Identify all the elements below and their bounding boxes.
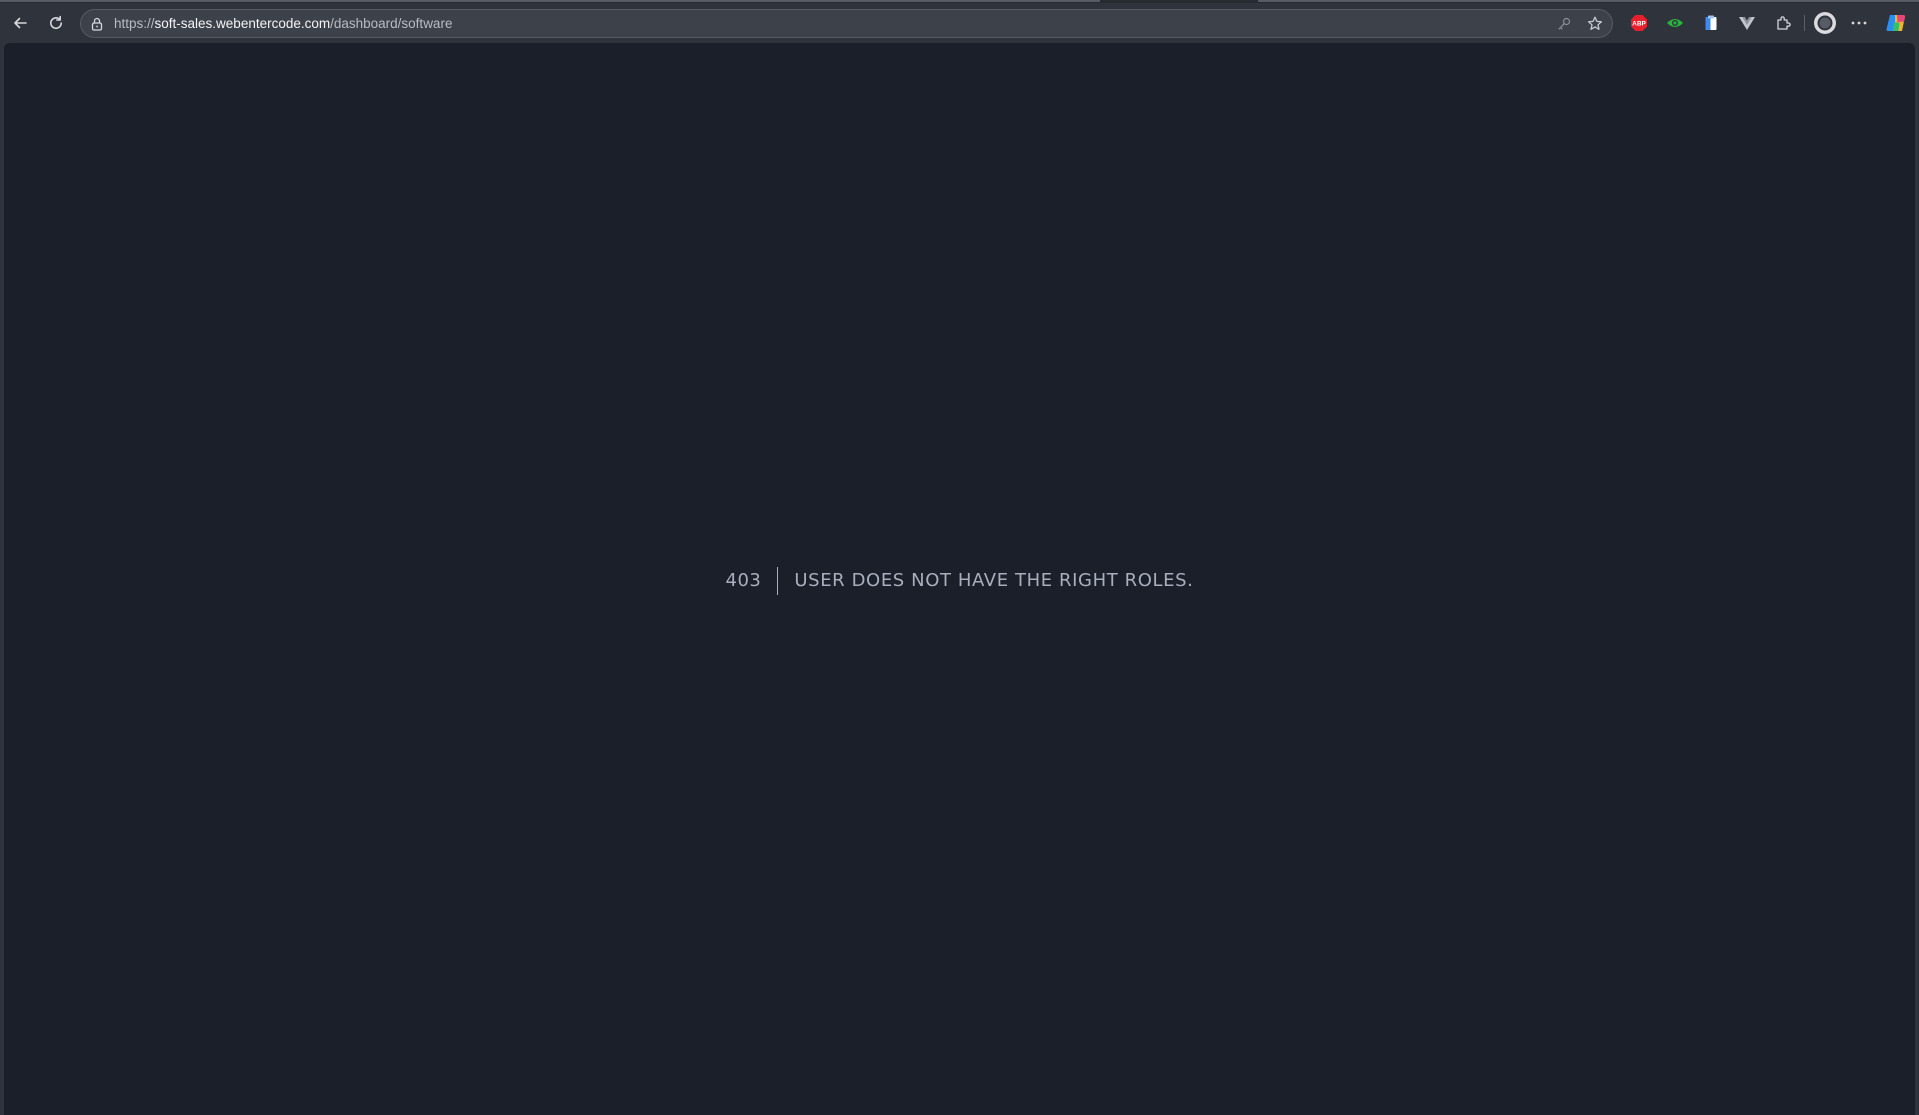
url-host: soft-sales.webentercode.com (154, 16, 331, 31)
key-icon[interactable] (1555, 15, 1573, 33)
ellipsis-icon (1851, 21, 1867, 25)
favorite-star-icon[interactable] (1586, 15, 1604, 33)
green-extension-icon[interactable] (1664, 12, 1686, 34)
url-text[interactable]: https://soft-sales.webentercode.com/dash… (114, 16, 452, 32)
tab-indicator (1258, 0, 1919, 2)
error-code: 403 (725, 570, 762, 591)
reload-icon (50, 15, 63, 30)
error-container: 403 USER DOES NOT HAVE THE RIGHT ROLES. (4, 567, 1915, 595)
clipboard-extension-icon[interactable] (1700, 12, 1722, 34)
url-path: /dashboard/software (330, 16, 453, 31)
svg-text:ABP: ABP (1632, 21, 1646, 28)
more-menu-button[interactable] (1848, 12, 1870, 34)
copilot-button[interactable] (1885, 12, 1907, 34)
back-button[interactable] (7, 10, 33, 36)
page-viewport: 403 USER DOES NOT HAVE THE RIGHT ROLES. (4, 43, 1915, 1115)
profile-avatar[interactable] (1812, 10, 1838, 36)
browser-window: https://soft-sales.webentercode.com/dash… (0, 0, 1919, 1115)
browser-toolbar: https://soft-sales.webentercode.com/dash… (0, 3, 1919, 41)
address-bar[interactable]: https://soft-sales.webentercode.com/dash… (80, 9, 1613, 38)
url-scheme: https:// (114, 16, 155, 31)
reload-button[interactable] (43, 10, 69, 36)
extensions-puzzle-icon[interactable] (1772, 12, 1794, 34)
profile-icon (1814, 12, 1836, 34)
vue-devtools-icon[interactable] (1736, 12, 1758, 34)
tab-indicator (0, 0, 1100, 2)
back-arrow-icon (14, 17, 27, 29)
lock-icon[interactable] (89, 16, 105, 32)
error-message: USER DOES NOT HAVE THE RIGHT ROLES. (794, 570, 1194, 591)
adblock-plus-icon[interactable]: ABP (1628, 12, 1650, 34)
copilot-icon (1886, 15, 1905, 31)
toolbar-separator (1804, 15, 1805, 31)
